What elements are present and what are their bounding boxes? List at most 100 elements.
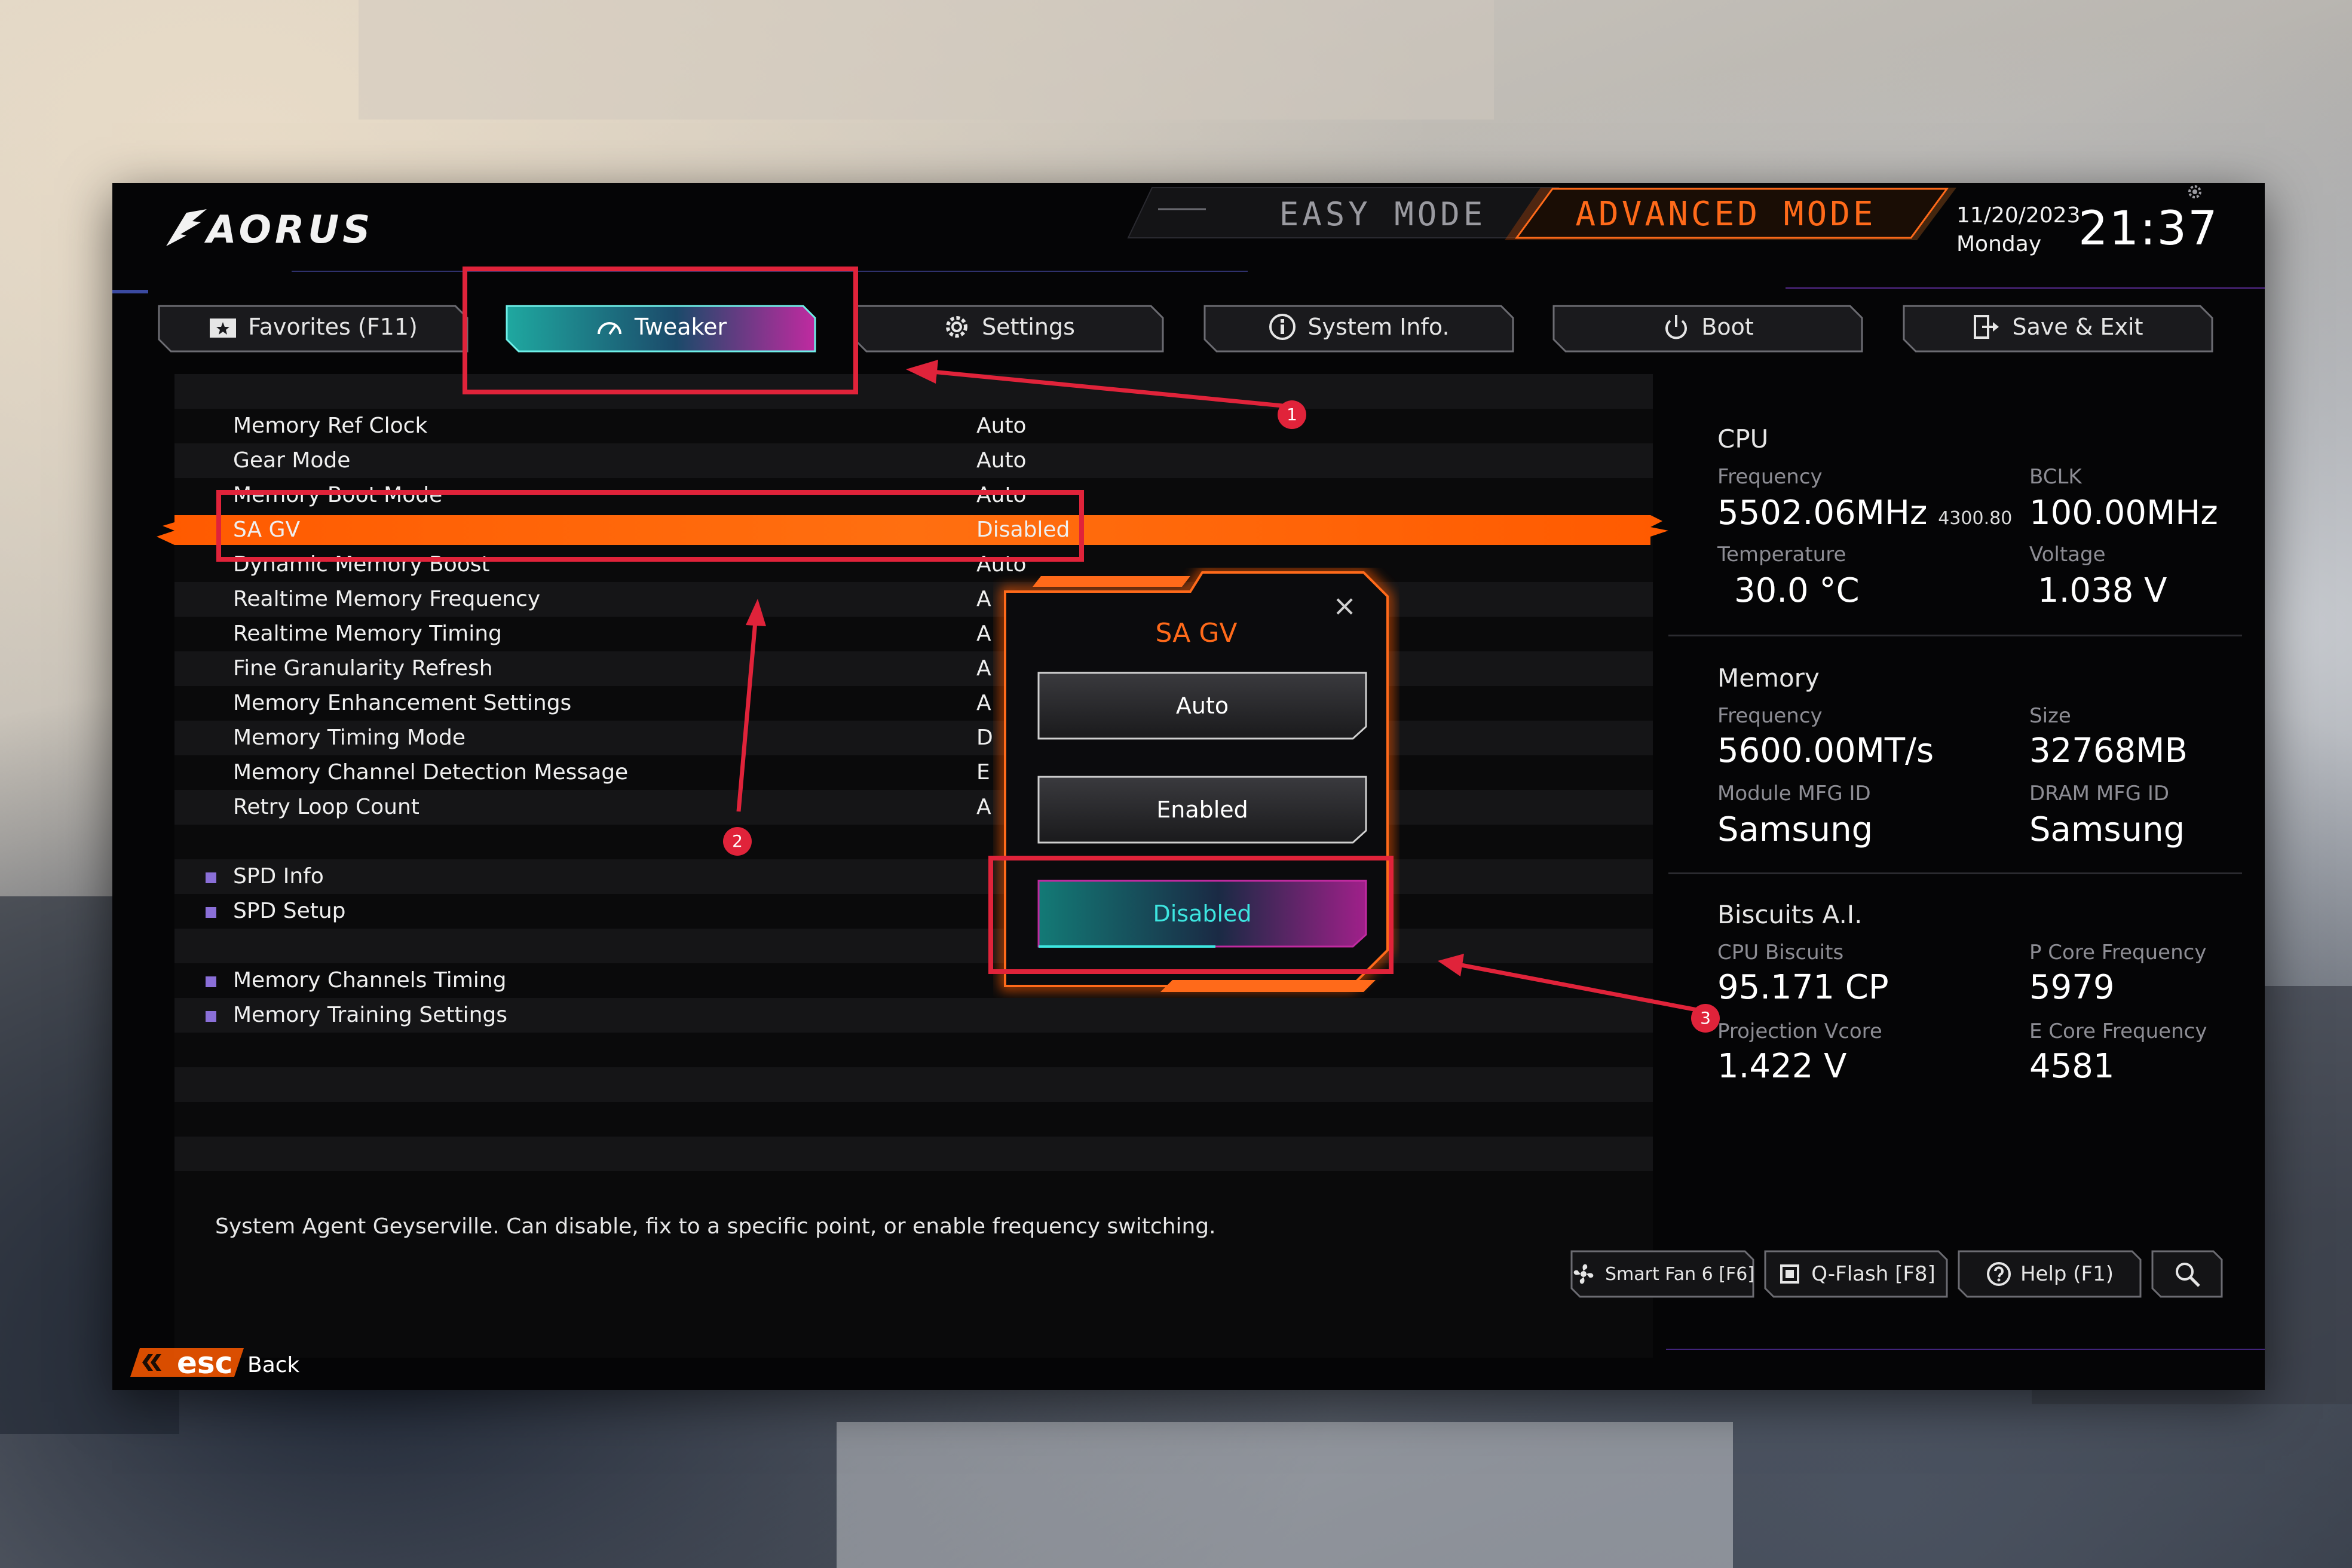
setting-label: Memory Boot Mode (233, 483, 443, 507)
tab-settings[interactable]: Settings (852, 300, 1165, 354)
star-folder-icon (210, 318, 237, 338)
setting-row[interactable]: Memory Enhancement Settings A (174, 686, 1653, 721)
option-label: Enabled (1156, 797, 1248, 823)
help-button[interactable]: Help (F1) (1956, 1249, 2143, 1299)
dram-mfg-label: DRAM MFG ID (2029, 782, 2170, 806)
cpu-frequency-value: 5502.06MHz 4300.80 (1717, 494, 2012, 532)
annotation-badge-2: 2 (723, 827, 752, 856)
section-divider (1668, 635, 2242, 636)
tab-label: Save & Exit (2012, 314, 2143, 340)
small-gear-icon[interactable] (2186, 183, 2204, 201)
option-auto-button[interactable]: Auto (1036, 670, 1368, 741)
cpu-frequency: 5502.06MHz (1717, 494, 1928, 532)
setting-row[interactable]: Realtime Memory Frequency A (174, 582, 1653, 617)
exit-icon (1974, 315, 1999, 339)
setting-row[interactable]: Gear Mode Auto (174, 443, 1653, 478)
setting-value: Auto (976, 483, 1027, 507)
bclk-value: 100.00MHz (2029, 494, 2218, 532)
option-disabled-button[interactable]: Disabled (1036, 878, 1368, 949)
smart-fan-button[interactable]: Smart Fan 6 [F6] (1569, 1249, 1756, 1299)
search-icon (2176, 1263, 2200, 1287)
setting-label: Fine Granularity Refresh (233, 656, 493, 681)
cpu-biscuits-value: 95.171 CP (1717, 968, 1889, 1007)
submenu-label: SPD Info (233, 864, 324, 889)
module-mfg-label: Module MFG ID (1717, 782, 1871, 806)
option-enabled-button[interactable]: Enabled (1036, 774, 1368, 845)
submenu-item[interactable]: Memory Channels Timing (174, 963, 1653, 998)
submenu-bullet-icon (206, 976, 216, 987)
search-button[interactable] (2150, 1249, 2224, 1299)
bclk-label: BCLK (2029, 465, 2082, 489)
setting-row[interactable]: Realtime Memory Timing A (174, 617, 1653, 651)
easy-mode-button[interactable]: EASY MODE (1227, 194, 1538, 235)
tab-tweaker[interactable]: Tweaker (504, 300, 817, 354)
submenu-item[interactable]: Memory Training Settings (174, 998, 1653, 1033)
advanced-mode-button[interactable]: ADVANCED MODE (1570, 194, 1881, 235)
temperature-label: Temperature (1717, 543, 1846, 566)
submenu-bullet-icon (206, 1011, 216, 1022)
setting-row[interactable]: Memory Timing Mode D (174, 721, 1653, 755)
info-icon (1269, 314, 1296, 340)
tab-favorites[interactable]: Favorites (F11) (157, 300, 470, 354)
power-icon (1665, 315, 1688, 339)
dram-mfg-value: Samsung (2029, 810, 2185, 849)
gear-icon (946, 316, 968, 338)
close-icon[interactable]: × (1333, 589, 1356, 623)
submenu-item[interactable]: SPD Setup (174, 894, 1653, 929)
setting-label: Gear Mode (233, 448, 351, 473)
setting-row[interactable]: Memory Channel Detection Message E (174, 755, 1653, 790)
setting-label: Memory Timing Mode (233, 725, 466, 750)
annotation-badge-1: 1 (1278, 400, 1306, 429)
settings-list: Memory Ref Clock Auto Gear Mode Auto Mem… (157, 374, 1668, 1358)
qflash-button[interactable]: Q-Flash [F8] (1763, 1249, 1949, 1299)
setting-row[interactable]: Memory Boot Mode Auto (174, 478, 1653, 513)
biscuits-section-title: Biscuits A.I. (1717, 900, 1863, 929)
setting-value: A (976, 795, 991, 819)
tab-save-exit[interactable]: Save & Exit (1901, 300, 2215, 354)
projection-vcore-label: Projection Vcore (1717, 1019, 1882, 1043)
smart-fan-label: Smart Fan 6 [F6] (1604, 1263, 1755, 1285)
submenu-bullet-icon (206, 907, 216, 918)
setting-value: Disabled (976, 517, 1070, 542)
e-core-label: E Core Frequency (2029, 1019, 2207, 1043)
voltage-value: 1.038 V (2038, 571, 2167, 610)
memory-size-value: 32768MB (2029, 731, 2188, 770)
submenu-item[interactable]: SPD Info (174, 859, 1653, 894)
tab-label: Settings (982, 314, 1075, 340)
header-bar: AORUS EASY MODE ADVANCED MODE 11/20/2023… (112, 183, 2265, 293)
setting-label: Memory Ref Clock (233, 414, 428, 438)
help-label: Help (F1) (2020, 1262, 2114, 1286)
back-label[interactable]: Back (247, 1353, 299, 1377)
list-spacer (174, 374, 1653, 409)
setting-value: A (976, 691, 991, 715)
setting-label: Retry Loop Count (233, 795, 419, 819)
bios-screen: AORUS EASY MODE ADVANCED MODE 11/20/2023… (112, 183, 2265, 1390)
tab-label: Tweaker (634, 314, 727, 340)
setting-row[interactable]: Fine Granularity Refresh A (174, 651, 1653, 686)
setting-row[interactable]: Memory Ref Clock Auto (174, 409, 1653, 443)
section-divider (1668, 872, 2242, 874)
date-display: 11/20/2023 (1956, 203, 2081, 228)
setting-value: D (976, 725, 993, 750)
list-spacer (174, 1067, 1653, 1102)
p-core-label: P Core Frequency (2029, 941, 2207, 964)
cpu-biscuits-label: CPU Biscuits (1717, 941, 1844, 964)
header-decoration (112, 187, 2265, 293)
setting-row[interactable]: Dynamic Memory Boost Auto (174, 547, 1653, 582)
setting-row[interactable]: Retry Loop Count A (174, 790, 1653, 825)
tab-system-info[interactable]: System Info. (1202, 300, 1515, 354)
setting-value: Auto (976, 414, 1027, 438)
tab-boot[interactable]: Boot (1551, 300, 1864, 354)
submenu-label: Memory Training Settings (233, 1003, 507, 1027)
setting-row-selected[interactable]: SA GV Disabled (157, 513, 1668, 547)
footer-decoration (112, 1340, 2265, 1377)
esc-key[interactable]: esc (177, 1346, 232, 1380)
fan-icon (1573, 1264, 1594, 1284)
cpu-frequency-sub: 4300.80 (1938, 508, 2013, 529)
cpu-frequency-label: Frequency (1717, 465, 1823, 489)
setting-label: SA GV (233, 517, 301, 542)
list-spacer (174, 1137, 1653, 1171)
